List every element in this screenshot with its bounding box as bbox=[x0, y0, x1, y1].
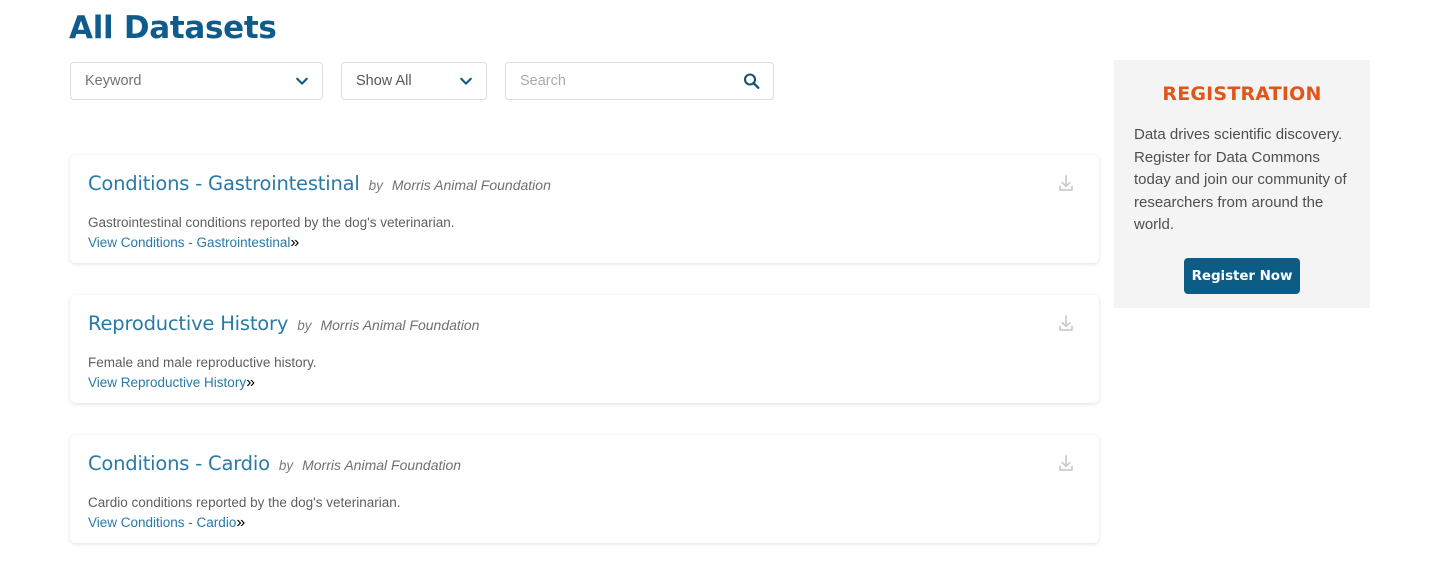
download-icon[interactable] bbox=[1055, 453, 1077, 475]
dataset-card: Conditions - Cardio by Morris Animal Fou… bbox=[70, 435, 1099, 543]
dataset-by-label: by bbox=[278, 458, 294, 473]
search-icon[interactable] bbox=[743, 73, 760, 90]
dataset-view-link[interactable]: View Reproductive History bbox=[88, 373, 246, 392]
show-all-select[interactable]: Show All bbox=[341, 62, 487, 100]
dataset-card: Reproductive History by Morris Animal Fo… bbox=[70, 295, 1099, 403]
dataset-view-link[interactable]: View Conditions - Cardio bbox=[88, 513, 236, 532]
dataset-publisher: Morris Animal Foundation bbox=[302, 457, 462, 473]
dataset-description: Gastrointestinal conditions reported by … bbox=[88, 215, 455, 230]
registration-body-text: Data drives scientific discovery. Regist… bbox=[1134, 126, 1347, 233]
chevron-down-icon bbox=[459, 74, 473, 88]
dataset-title-link[interactable]: Conditions - Cardio bbox=[88, 452, 270, 476]
dataset-title-link[interactable]: Conditions - Gastrointestinal bbox=[88, 172, 360, 196]
registration-panel: REGISTRATION Data drives scientific disc… bbox=[1114, 60, 1370, 308]
page-title: All Datasets bbox=[69, 10, 277, 46]
double-chevron-icon: » bbox=[290, 234, 300, 251]
search-input[interactable] bbox=[520, 73, 733, 89]
search-field[interactable] bbox=[505, 62, 774, 100]
download-icon[interactable] bbox=[1055, 173, 1077, 195]
dataset-view-link-row: View Reproductive History» bbox=[88, 372, 1079, 392]
dataset-by-label: by bbox=[297, 318, 312, 333]
dataset-headline: Reproductive History by Morris Animal Fo… bbox=[88, 312, 1079, 336]
show-all-select-value: Show All bbox=[356, 73, 412, 89]
dataset-title-link[interactable]: Reproductive History bbox=[88, 312, 288, 336]
dataset-publisher: Morris Animal Foundation bbox=[391, 177, 551, 193]
dataset-by-label: by bbox=[368, 178, 383, 193]
download-icon[interactable] bbox=[1055, 313, 1077, 335]
double-chevron-icon: » bbox=[236, 514, 246, 531]
chevron-down-icon bbox=[295, 74, 309, 88]
dataset-view-link-row: View Conditions - Cardio» bbox=[88, 512, 1079, 532]
dataset-list: Conditions - Gastrointestinal by Morris … bbox=[70, 155, 1099, 575]
registration-heading: REGISTRATION bbox=[1162, 83, 1322, 105]
dataset-publisher: Morris Animal Foundation bbox=[320, 317, 480, 333]
dataset-headline: Conditions - Cardio by Morris Animal Fou… bbox=[88, 452, 1079, 476]
dataset-card: Conditions - Gastrointestinal by Morris … bbox=[70, 155, 1099, 263]
keyword-select-value: Keyword bbox=[85, 73, 142, 89]
dataset-view-link-row: View Conditions - Gastrointestinal» bbox=[88, 232, 1079, 252]
double-chevron-icon: » bbox=[246, 374, 255, 391]
register-now-button[interactable]: Register Now bbox=[1184, 257, 1300, 294]
dataset-headline: Conditions - Gastrointestinal by Morris … bbox=[88, 172, 1079, 196]
dataset-description: Cardio conditions reported by the dog's … bbox=[88, 495, 401, 510]
keyword-select[interactable]: Keyword bbox=[70, 62, 323, 100]
dataset-description: Female and male reproductive history. bbox=[88, 355, 317, 370]
filter-bar: Keyword Show All bbox=[70, 62, 774, 100]
dataset-view-link[interactable]: View Conditions - Gastrointestinal bbox=[88, 233, 290, 252]
